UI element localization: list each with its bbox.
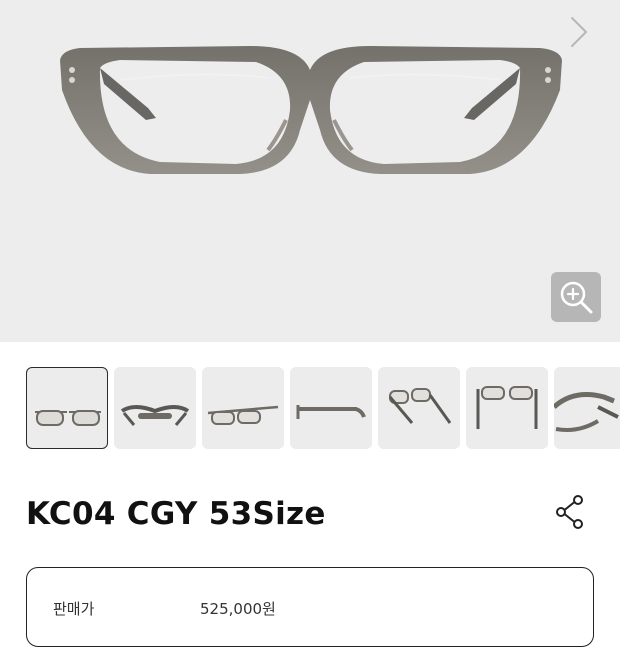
product-title: KC04 CGY 53Size bbox=[26, 496, 326, 532]
thumbnail-back[interactable] bbox=[466, 367, 548, 449]
glasses-closeup-thumbnail bbox=[554, 392, 619, 432]
glasses-three-quarter-thumbnail bbox=[388, 388, 452, 424]
next-image-button[interactable] bbox=[564, 14, 592, 50]
chevron-right-icon bbox=[571, 17, 587, 47]
glasses-front-image bbox=[60, 46, 562, 174]
thumbnail-front[interactable] bbox=[26, 367, 108, 449]
zoom-button[interactable] bbox=[551, 272, 601, 322]
zoom-in-icon bbox=[560, 281, 593, 314]
price-label: 판매가 bbox=[53, 600, 95, 618]
thumbnail-front-tilted[interactable] bbox=[202, 367, 284, 449]
thumbnail-side[interactable] bbox=[290, 367, 372, 449]
glasses-front-thumbnail bbox=[35, 410, 101, 426]
glasses-side-thumbnail bbox=[296, 405, 366, 419]
thumbnail-three-quarter[interactable] bbox=[378, 367, 460, 449]
glasses-back-thumbnail bbox=[476, 386, 538, 429]
share-button[interactable] bbox=[549, 490, 593, 534]
thumbnail-closeup[interactable] bbox=[554, 367, 620, 449]
glasses-top-thumbnail bbox=[120, 405, 190, 426]
glasses-tilted-thumbnail bbox=[207, 405, 279, 425]
thumbnail-strip[interactable] bbox=[26, 367, 620, 449]
product-hero-image[interactable] bbox=[0, 0, 620, 342]
price-card: 판매가 525,000원 bbox=[26, 567, 594, 647]
price-value: 525,000원 bbox=[200, 600, 276, 618]
share-icon bbox=[556, 495, 583, 529]
thumbnail-top[interactable] bbox=[114, 367, 196, 449]
